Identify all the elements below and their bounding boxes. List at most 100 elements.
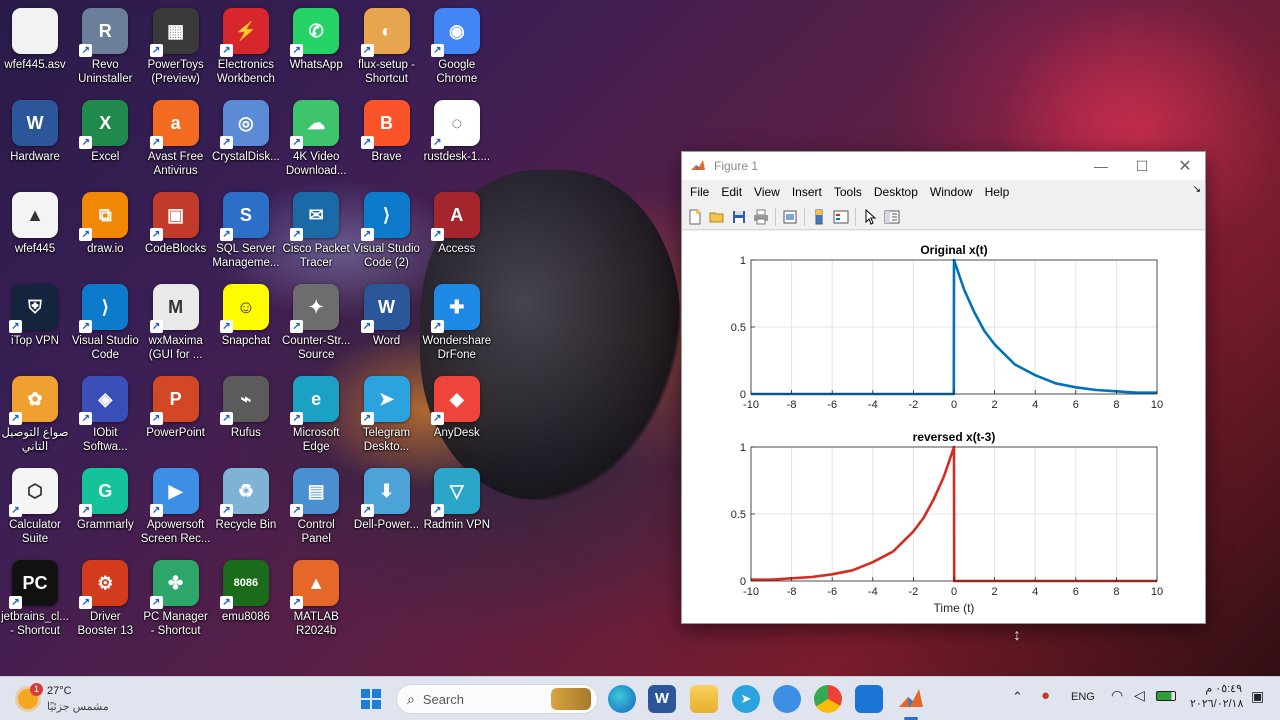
print-icon[interactable] <box>750 206 772 228</box>
menu-view[interactable]: View <box>748 185 786 199</box>
close-button[interactable]: ✕ <box>1163 152 1207 180</box>
microphone-icon[interactable]: ● <box>1041 687 1050 704</box>
counter-strike-icon: ✦ ↗ <box>290 284 340 333</box>
taskbar-apowersoft-icon[interactable] <box>773 685 801 713</box>
taskbar-file-explorer-icon[interactable] <box>690 685 718 713</box>
desktop-icon[interactable]: ◐ ↗ flux-setup - Shortcut <box>352 2 422 88</box>
desktop-icon[interactable]: ⚡ ↗ Electronics Workbench <box>211 2 281 88</box>
desktop-icon[interactable]: ⛨ ↗ iTop VPN <box>0 278 70 364</box>
desktop-icon[interactable]: ◌ ↗ rustdesk-1.... <box>422 94 492 180</box>
search-highlight-icon <box>551 688 591 710</box>
desktop-icon[interactable]: ☁ ↗ 4K Video Download... <box>281 94 351 180</box>
desktop-icon[interactable]: ⟩ ↗ Visual Studio Code (2) <box>352 186 422 272</box>
icon-glyph: PC <box>22 572 48 593</box>
icon-glyph: W <box>26 112 44 133</box>
tray-chevron-icon[interactable]: ⌃ <box>1012 689 1023 705</box>
start-button[interactable] <box>357 685 385 713</box>
desktop-icon[interactable]: ➤ ↗ Telegram Deskto... <box>352 370 422 456</box>
dock-arrow-icon[interactable]: ↘ <box>1193 184 1201 195</box>
desktop-icon[interactable]: wfef445.asv <box>0 2 70 88</box>
wifi-icon[interactable]: ◠ <box>1111 687 1123 704</box>
new-figure-icon[interactable] <box>684 206 706 228</box>
menu-tools[interactable]: Tools <box>828 185 868 199</box>
select-pointer-icon[interactable] <box>859 206 881 228</box>
desktop-icon[interactable]: G ↗ Grammarly <box>70 462 140 548</box>
desktop-icon[interactable]: ◎ ↗ CrystalDisk... <box>211 94 281 180</box>
desktop-icon[interactable]: B ↗ Brave <box>352 94 422 180</box>
desktop-icon[interactable]: ☺ ↗ Snapchat <box>211 278 281 364</box>
desktop-icon[interactable]: PC ↗ jetbrains_cl... - Shortcut <box>0 554 70 640</box>
desktop-icon[interactable]: ✦ ↗ Counter-Str... Source <box>281 278 351 364</box>
desktop-icon[interactable]: ⟩ ↗ Visual Studio Code <box>70 278 140 364</box>
volume-icon[interactable]: ◁ <box>1134 687 1145 704</box>
menu-file[interactable]: File <box>684 185 715 199</box>
desktop-icon[interactable]: R ↗ Revo Uninstaller <box>70 2 140 88</box>
minimize-button[interactable]: — <box>1079 152 1123 180</box>
taskbar-matlab-icon[interactable] <box>897 685 925 713</box>
insert-colorbar-icon[interactable] <box>808 206 830 228</box>
desktop-icon[interactable]: X ↗ Excel <box>70 94 140 180</box>
menu-window[interactable]: Window <box>924 185 979 199</box>
desktop-icon[interactable]: ▽ ↗ Radmin VPN <box>422 462 492 548</box>
desktop-icon[interactable]: ⬇ ↗ Dell-Power... <box>352 462 422 548</box>
desktop-icon[interactable]: ⚙ ↗ Driver Booster 13 <box>70 554 140 640</box>
desktop-icon[interactable]: 8086 ↗ emu8086 <box>211 554 281 640</box>
desktop-icon[interactable]: ▦ ↗ PowerToys (Preview) <box>141 2 211 88</box>
desktop-icon[interactable]: ▤ ↗ Control Panel <box>281 462 351 548</box>
property-inspector-icon[interactable] <box>881 206 903 228</box>
desktop-icon[interactable]: ✆ ↗ WhatsApp <box>281 2 351 88</box>
desktop-icon[interactable]: e ↗ Microsoft Edge <box>281 370 351 456</box>
desktop-icon[interactable]: ▲ wfef445 <box>0 186 70 272</box>
desktop-icon-label: Microsoft Edge <box>292 427 340 453</box>
desktop-icon[interactable]: ◈ ↗ IObit Softwa... <box>70 370 140 456</box>
maximize-button[interactable]: ☐ <box>1120 152 1164 180</box>
desktop-icon[interactable]: ◆ ↗ AnyDesk <box>422 370 492 456</box>
menu-desktop[interactable]: Desktop <box>868 185 924 199</box>
weather-widget[interactable]: 1 27°C مشمس جزئيًا <box>14 681 144 717</box>
desktop-icon[interactable]: ⬡ ↗ Calculator Suite <box>0 462 70 548</box>
language-indicator[interactable]: ENG <box>1071 691 1095 703</box>
desktop-icon[interactable]: ✤ ↗ PC Manager - Shortcut <box>141 554 211 640</box>
desktop-icon[interactable]: ✚ ↗ Wondershare DrFone <box>422 278 492 364</box>
desktop-icon[interactable]: W Hardware <box>0 94 70 180</box>
battery-icon[interactable] <box>1156 691 1176 701</box>
menu-insert[interactable]: Insert <box>786 185 828 199</box>
desktop-icon[interactable]: ⧉ ↗ draw.io <box>70 186 140 272</box>
desktop-icon[interactable]: ✿ ↗ صواع التوصيل التاني <box>0 370 70 456</box>
save-icon[interactable] <box>728 206 750 228</box>
desktop-icon[interactable]: ▣ ↗ CodeBlocks <box>141 186 211 272</box>
desktop-icon[interactable]: ⌁ ↗ Rufus <box>211 370 281 456</box>
taskbar-search[interactable]: ⌕ Search <box>396 684 598 714</box>
menu-edit[interactable]: Edit <box>715 185 748 199</box>
desktop-icon-label: iTop VPN <box>11 335 59 347</box>
taskbar-chrome-icon[interactable] <box>814 685 842 713</box>
clock[interactable]: ٠٥:٤٩ م ٢٠٢٦/٠٢/١٨ <box>1190 682 1243 710</box>
4k-video-icon: ☁ ↗ <box>290 100 340 149</box>
desktop-icon[interactable]: ◉ ↗ Google Chrome <box>422 2 492 88</box>
shortcut-arrow-icon: ↗ <box>430 228 444 241</box>
desktop-icon[interactable]: ♻ ↗ Recycle Bin <box>211 462 281 548</box>
figure-titlebar[interactable]: Figure 1 — ☐ ✕ <box>682 152 1205 180</box>
desktop-icon[interactable]: M ↗ wxMaxima (GUI for ... <box>141 278 211 364</box>
desktop-icon[interactable]: W ↗ Word <box>352 278 422 364</box>
shortcut-arrow-icon: ↗ <box>79 136 93 149</box>
link-plot-icon[interactable] <box>779 206 801 228</box>
notification-icon[interactable]: ▣ <box>1251 688 1264 705</box>
taskbar-word-icon[interactable]: W <box>648 685 676 713</box>
figure-window[interactable]: Figure 1 — ☐ ✕ File Edit View Insert Too… <box>681 151 1206 624</box>
figure-toolbar <box>682 204 1205 230</box>
desktop-icon[interactable]: a ↗ Avast Free Antivirus <box>141 94 211 180</box>
taskbar-edge-icon[interactable] <box>608 685 636 713</box>
desktop-icon-label: Control Panel <box>297 519 335 545</box>
desktop-icon[interactable]: P ↗ PowerPoint <box>141 370 211 456</box>
taskbar-telegram-icon[interactable]: ➤ <box>732 685 760 713</box>
desktop-icon[interactable]: ▶ ↗ Apowersoft Screen Rec... <box>141 462 211 548</box>
menu-help[interactable]: Help <box>979 185 1016 199</box>
taskbar-store-icon[interactable] <box>855 685 883 713</box>
desktop-icon[interactable]: ✉ ↗ Cisco Packet Tracer <box>281 186 351 272</box>
desktop-icon[interactable]: A ↗ Access <box>422 186 492 272</box>
open-file-icon[interactable] <box>706 206 728 228</box>
desktop-icon[interactable]: S ↗ SQL Server Manageme... <box>211 186 281 272</box>
desktop-icon[interactable]: ▲ ↗ MATLAB R2024b <box>281 554 351 640</box>
insert-legend-icon[interactable] <box>830 206 852 228</box>
